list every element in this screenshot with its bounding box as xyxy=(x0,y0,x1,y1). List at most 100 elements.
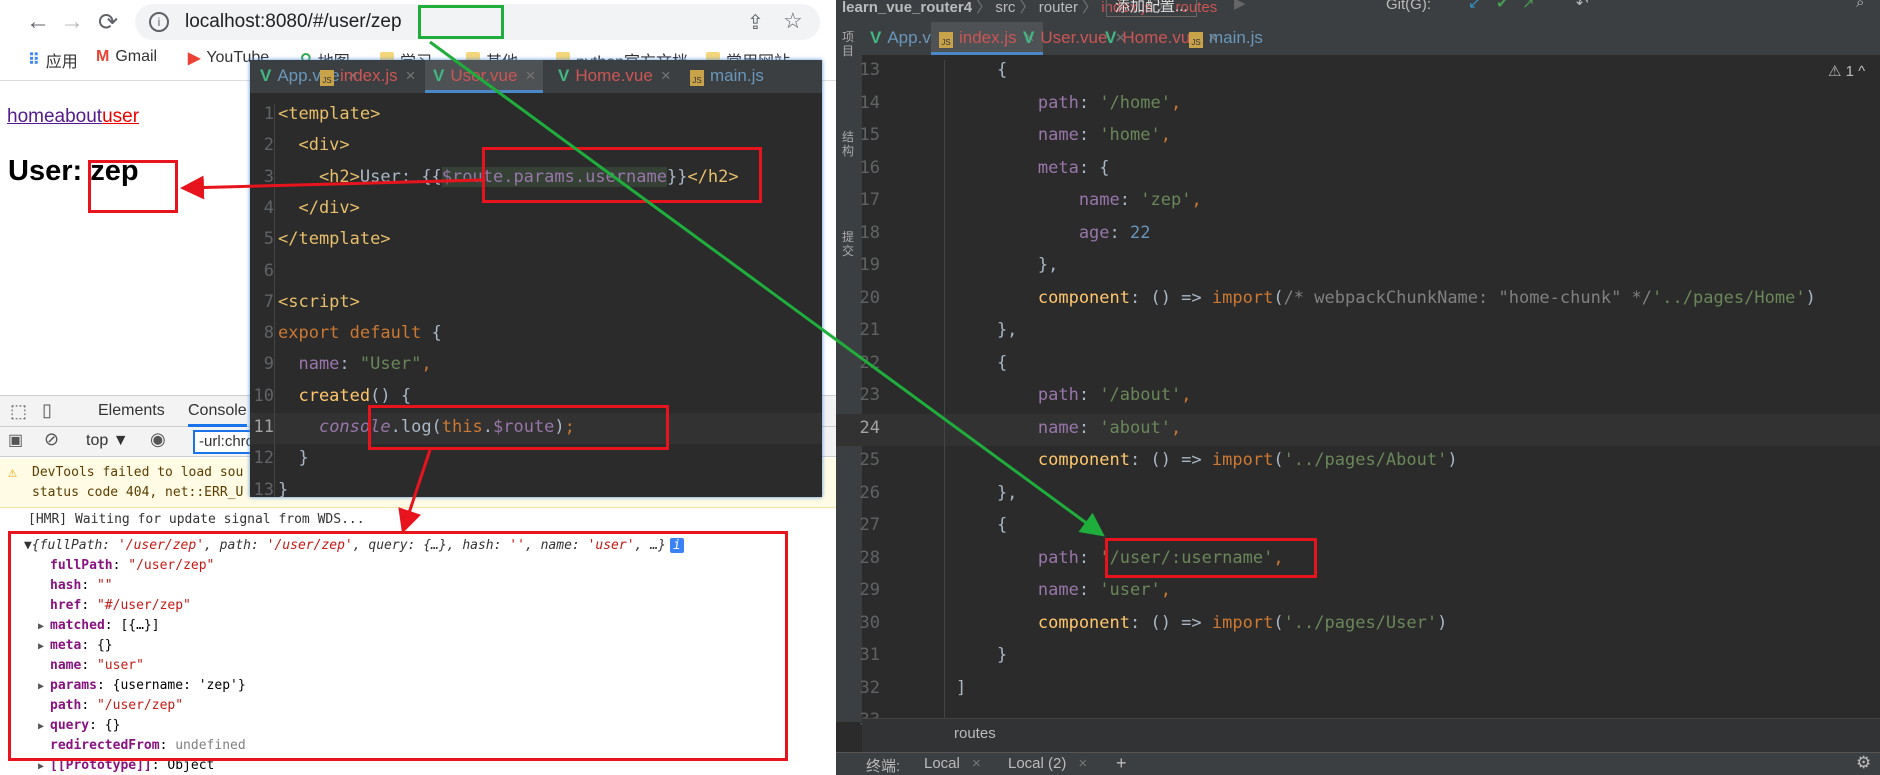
code-token: : xyxy=(1078,92,1100,113)
code-line[interactable]: { xyxy=(956,515,1007,535)
expand-arrow-icon[interactable]: ▶ xyxy=(38,761,50,772)
code-line[interactable]: name: 'home', xyxy=(956,125,1171,145)
tool-window-button[interactable]: 项目 xyxy=(842,30,856,58)
back-button[interactable]: ← xyxy=(26,8,50,36)
close-icon[interactable]: × xyxy=(972,755,981,772)
git-commit-icon[interactable]: ✔ xyxy=(1496,0,1509,12)
code-line[interactable]: <div> xyxy=(278,135,349,155)
url-text[interactable]: localhost:8080/#/user/zep xyxy=(185,11,402,33)
reload-button[interactable]: ⟳ xyxy=(98,8,118,37)
code-line[interactable]: path: '/home', xyxy=(956,93,1181,113)
close-icon[interactable]: × xyxy=(406,66,416,85)
bookmark-item[interactable]: M Gmail xyxy=(96,48,157,66)
tab-Home-vue[interactable]: V Home.vue × xyxy=(550,60,679,93)
share-icon[interactable]: ⇪ xyxy=(747,10,764,35)
bookmark-star-icon[interactable]: ☆ xyxy=(783,8,803,34)
breadcrumb-item[interactable]: learn_vue_router4 xyxy=(842,0,972,16)
add-terminal-button[interactable]: + xyxy=(1116,753,1127,774)
ide-window: learn_vue_router4 〉 src 〉 router 〉 index… xyxy=(836,0,1880,775)
code-line[interactable]: } xyxy=(278,448,308,468)
code-token: , xyxy=(1191,190,1202,210)
tab-index-js[interactable]: JS index.js × xyxy=(312,60,424,93)
inspect-icon[interactable]: ⬚ xyxy=(10,401,27,422)
run-config-button[interactable]: 添加配置... xyxy=(1106,0,1197,17)
clear-console-icon[interactable]: ⊘ xyxy=(44,429,59,450)
code-line[interactable]: meta: { xyxy=(956,158,1110,178)
code-token: }, xyxy=(956,255,1059,275)
code-token: 'about' xyxy=(1099,417,1171,438)
code-token: name xyxy=(956,417,1079,438)
code-line[interactable]: export default { xyxy=(278,323,442,343)
code-line[interactable]: created() { xyxy=(278,386,411,406)
code-line[interactable]: }, xyxy=(956,483,1017,503)
nav-link-user[interactable]: user xyxy=(102,106,139,127)
code-line[interactable]: }, xyxy=(956,255,1058,275)
run-icon[interactable]: ▶ xyxy=(1234,0,1246,12)
tab-elements[interactable]: Elements xyxy=(98,402,165,420)
code-token: } xyxy=(278,479,289,497)
nav-link-about[interactable]: about xyxy=(55,106,103,127)
git-push-icon[interactable]: ↗ xyxy=(1522,0,1535,12)
code-line[interactable]: path: '/about', xyxy=(956,385,1192,405)
code-line[interactable]: </div> xyxy=(278,198,359,218)
forward-button[interactable]: → xyxy=(60,8,84,36)
eye-icon[interactable]: ◉ xyxy=(150,429,166,450)
code-line[interactable]: <script> xyxy=(278,292,360,312)
code-token: : xyxy=(1078,385,1100,405)
breadcrumb-item[interactable]: router xyxy=(1039,0,1078,16)
close-icon[interactable]: × xyxy=(661,66,671,85)
breadcrumb-routes[interactable]: routes xyxy=(954,725,996,742)
breadcrumb-separator: 〉 xyxy=(972,0,996,16)
close-icon[interactable]: × xyxy=(1079,755,1088,772)
code-token: : xyxy=(1078,547,1100,568)
code-line[interactable]: component: () => import('../pages/User') xyxy=(956,613,1447,633)
code-line[interactable]: name: 'user', xyxy=(956,580,1171,600)
line-number: 23 xyxy=(859,385,880,405)
code-line[interactable]: name: "User", xyxy=(278,354,431,374)
code-line[interactable]: component: () => import(/* webpackChunkN… xyxy=(956,288,1816,308)
breadcrumb-item[interactable]: src xyxy=(995,0,1015,16)
ide-navbar: learn_vue_router4 〉 src 〉 router 〉 index… xyxy=(836,0,1880,22)
warning-count[interactable]: ⚠ 1 ^ xyxy=(1828,62,1865,80)
code-line[interactable]: ] xyxy=(956,678,966,698)
line-number: 2 xyxy=(263,135,274,156)
info-icon[interactable]: i xyxy=(149,12,169,32)
code-line[interactable]: } xyxy=(956,645,1007,665)
sidebar-toggle-icon[interactable]: ▣ xyxy=(8,430,23,450)
gutter-line xyxy=(274,104,275,497)
tab-User-vue[interactable]: V User.vue × xyxy=(425,60,544,93)
breadcrumb-separator: 〉 xyxy=(1077,0,1102,16)
code-line[interactable]: { xyxy=(956,353,1007,373)
bookmark-item[interactable]: ⠿ 应用 xyxy=(28,48,78,72)
code-token: , xyxy=(1170,92,1182,113)
search-icon[interactable]: ⌕ xyxy=(1856,0,1864,11)
close-icon[interactable]: × xyxy=(525,66,535,85)
tab-label: Home.vue xyxy=(575,66,653,85)
gutter-line xyxy=(944,60,945,743)
tab-main-js[interactable]: JS main.js xyxy=(682,60,772,93)
code-token: 'zep' xyxy=(1140,190,1192,210)
code-line[interactable]: }, xyxy=(956,320,1017,340)
terminal-tab[interactable]: Local × xyxy=(924,755,981,772)
terminal-tab[interactable]: Local (2) × xyxy=(1008,755,1087,772)
nav-link-home[interactable]: home xyxy=(7,106,55,127)
terminal-label: 终端: xyxy=(866,758,901,775)
code-line[interactable]: component: () => import('../pages/About'… xyxy=(956,450,1458,470)
context-select[interactable]: top ▼ xyxy=(86,432,129,450)
code-line[interactable]: name: 'about', xyxy=(956,418,1181,438)
tab-console[interactable]: Console xyxy=(188,402,247,427)
gear-icon[interactable]: ⚙ xyxy=(1856,753,1871,773)
code-line[interactable]: } xyxy=(278,480,288,497)
code-token: : { xyxy=(1078,157,1110,178)
code-line[interactable]: age: 22 xyxy=(956,223,1151,243)
git-update-icon[interactable]: ↙ xyxy=(1468,0,1481,12)
code-line[interactable]: name: 'zep', xyxy=(956,190,1202,210)
tab-main-js[interactable]: JS main.js xyxy=(1181,22,1271,55)
undo-icon[interactable]: ↶ xyxy=(1576,0,1589,12)
code-token: : xyxy=(1109,222,1131,243)
code-line[interactable]: { xyxy=(956,60,1007,80)
code-line[interactable]: </template> xyxy=(278,229,391,249)
code-line[interactable]: <template> xyxy=(278,104,380,124)
apps-icon: ⠿ xyxy=(28,52,40,69)
device-toggle-icon[interactable]: ▯ xyxy=(42,400,52,421)
